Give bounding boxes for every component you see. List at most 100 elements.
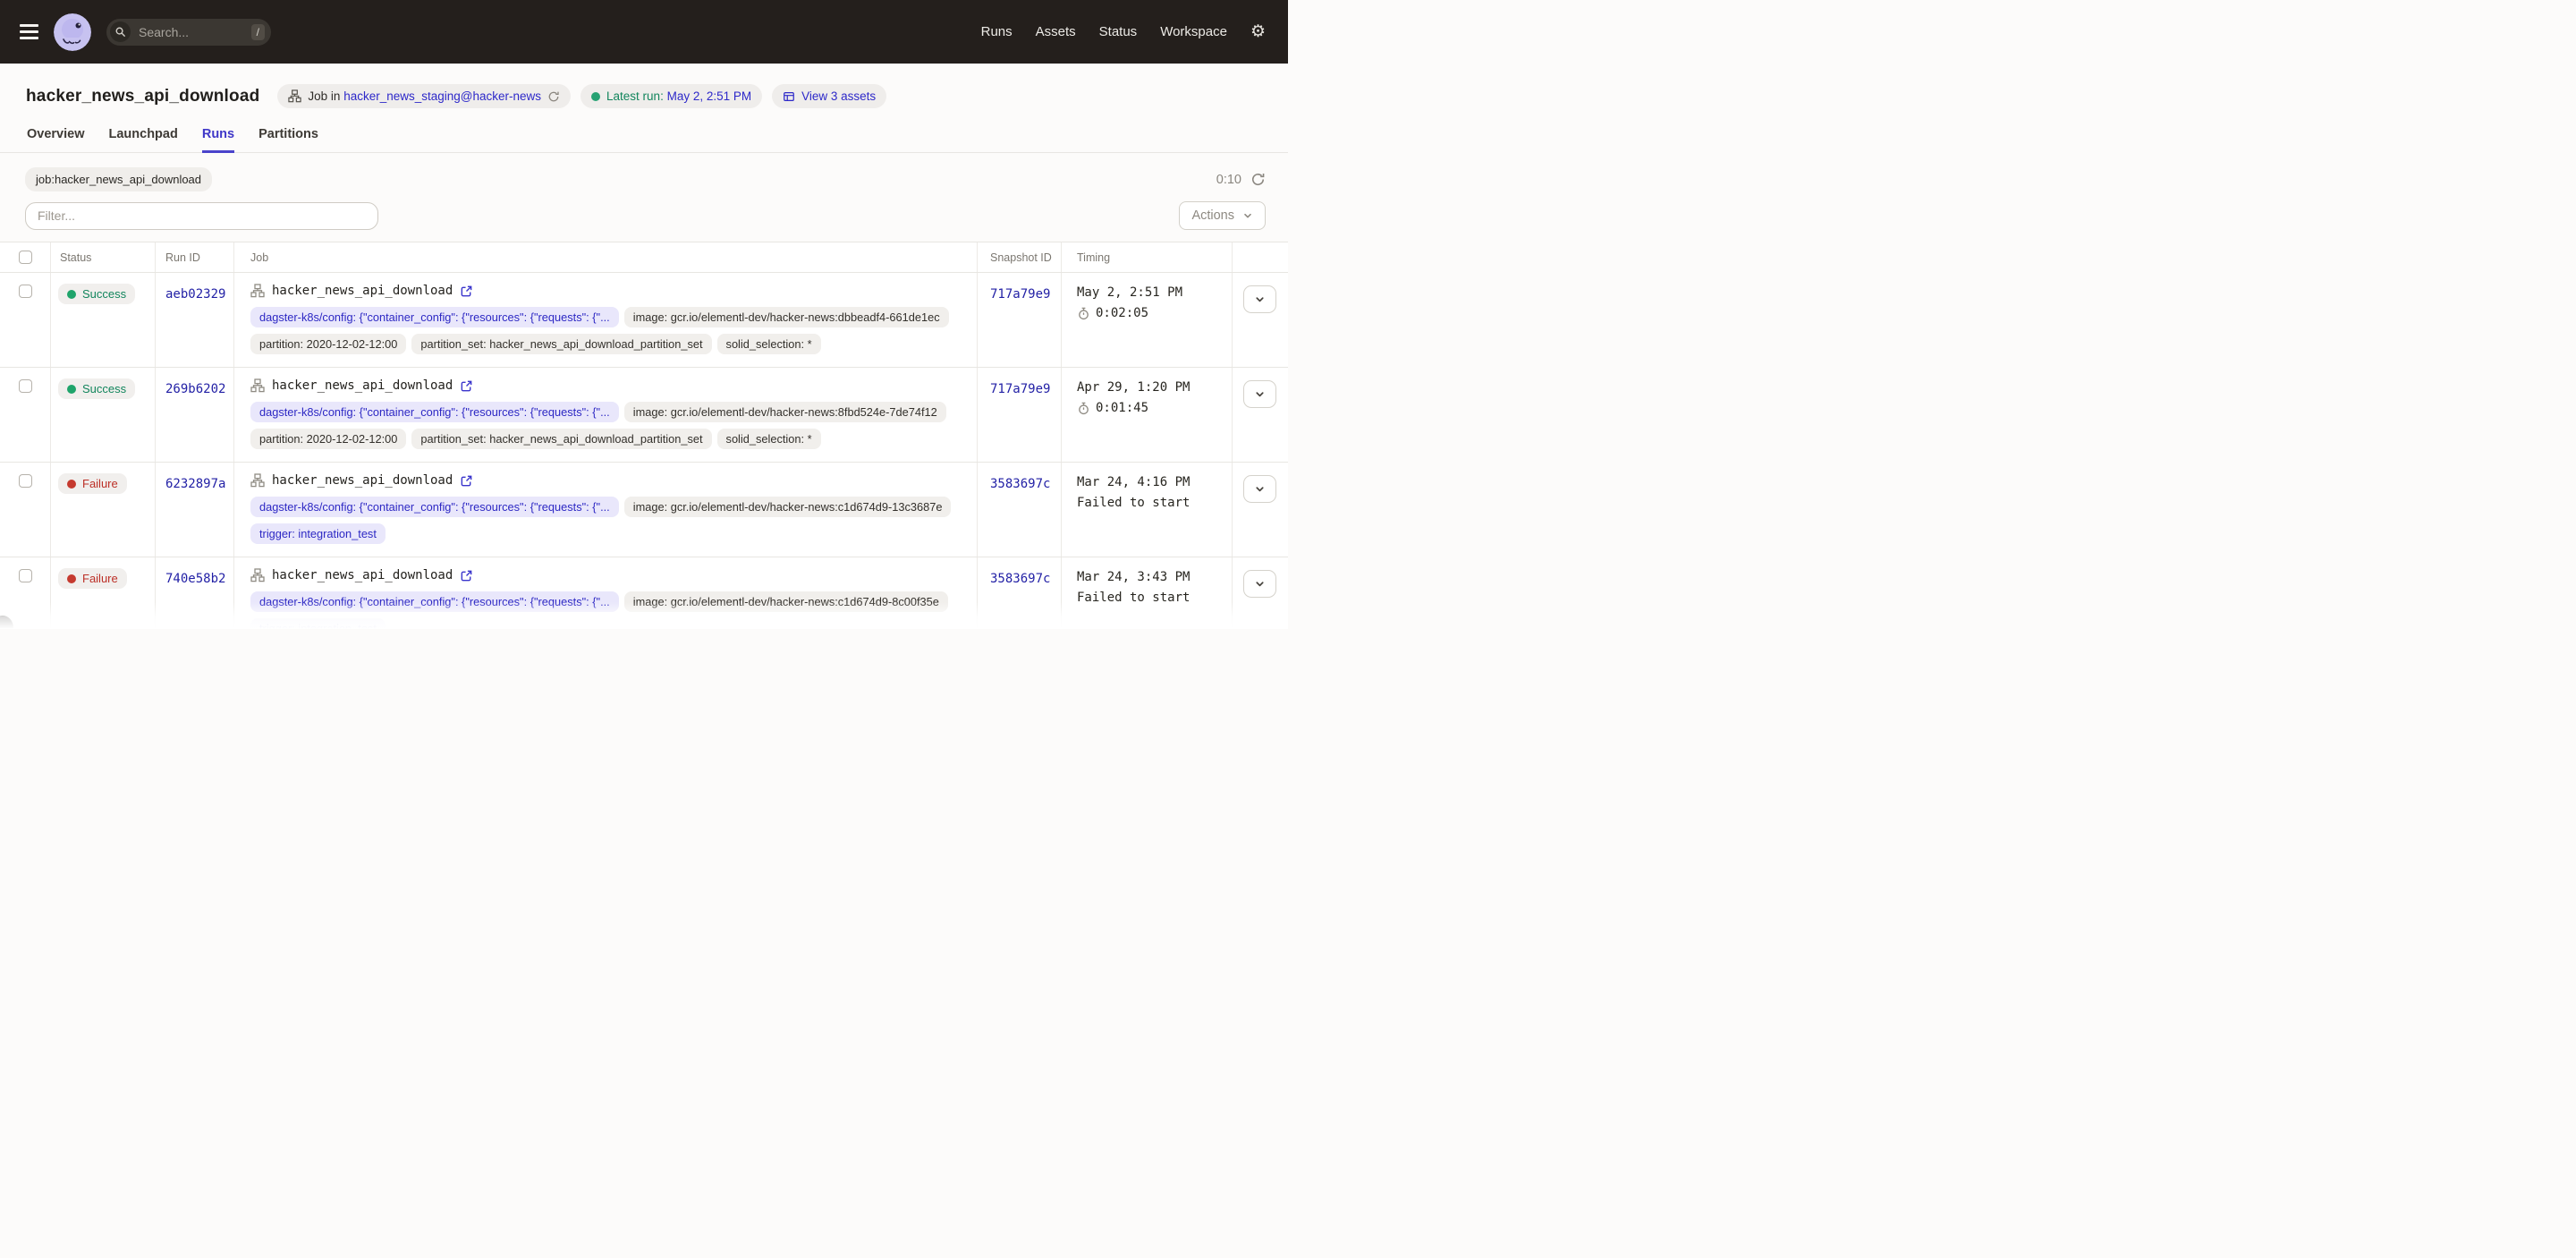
run-tag[interactable]: solid_selection: * — [717, 429, 821, 449]
run-duration: Failed to start — [1077, 591, 1190, 605]
filter-bar: job:hacker_news_api_download 0:10 — [0, 153, 1288, 191]
status-label: Failure — [82, 477, 118, 490]
run-tag[interactable]: partition_set: hacker_news_api_download_… — [411, 334, 711, 354]
run-tag-link[interactable]: trigger: integration_test — [250, 523, 386, 544]
run-tag[interactable]: image: gcr.io/elementl-dev/hacker-news:d… — [624, 307, 949, 327]
run-start-time: Mar 24, 4:16 PM — [1077, 475, 1232, 489]
external-link-icon[interactable] — [460, 285, 473, 298]
view-assets-link[interactable]: View 3 assets — [801, 89, 876, 103]
row-checkbox[interactable] — [19, 569, 32, 582]
run-tags: dagster-k8s/config: {"container_config":… — [250, 402, 964, 449]
status-dot-icon — [67, 385, 76, 394]
nav-workspace[interactable]: Workspace — [1160, 24, 1227, 39]
external-link-icon[interactable] — [460, 474, 473, 488]
run-tag[interactable]: partition: 2020-12-02-12:00 — [250, 334, 406, 354]
view-assets-chip[interactable]: View 3 assets — [772, 84, 886, 108]
status-badge: Failure — [58, 473, 127, 494]
row-actions-button[interactable] — [1243, 475, 1276, 503]
row-checkbox[interactable] — [19, 285, 32, 298]
actions-label: Actions — [1191, 208, 1234, 223]
status-label: Success — [82, 382, 126, 395]
run-tag[interactable]: partition_set: hacker_news_api_download_… — [411, 429, 711, 449]
status-label: Success — [82, 287, 126, 301]
run-tag-link[interactable]: dagster-k8s/config: {"container_config":… — [250, 591, 619, 612]
latest-run-time-link[interactable]: May 2, 2:51 PM — [667, 89, 752, 103]
run-tag[interactable]: image: gcr.io/elementl-dev/hacker-news:c… — [624, 497, 952, 517]
run-tag[interactable]: image: gcr.io/elementl-dev/hacker-news:8… — [624, 402, 946, 422]
external-link-icon[interactable] — [460, 569, 473, 582]
page-header: hacker_news_api_download Job in hacker_n… — [0, 64, 1288, 108]
refresh-countdown: 0:10 — [1216, 172, 1266, 187]
run-tag[interactable]: solid_selection: * — [717, 334, 821, 354]
job-name: hacker_news_api_download — [272, 284, 453, 298]
run-duration: Failed to start — [1077, 496, 1190, 510]
row-checkbox[interactable] — [19, 474, 32, 488]
row-checkbox[interactable] — [19, 379, 32, 393]
row-actions-button[interactable] — [1243, 570, 1276, 598]
reload-repo-icon[interactable] — [547, 90, 560, 103]
job-name: hacker_news_api_download — [272, 378, 453, 393]
refresh-icon[interactable] — [1250, 172, 1266, 187]
settings-gear-icon[interactable]: ⚙ — [1250, 23, 1266, 40]
status-dot-icon — [67, 574, 76, 583]
column-header-job: Job — [234, 242, 978, 272]
row-actions-button[interactable] — [1243, 380, 1276, 408]
run-tag[interactable]: image: gcr.io/elementl-dev/hacker-news:c… — [624, 591, 948, 612]
latest-run-status-dot-icon — [591, 92, 600, 101]
snapshot-id-link[interactable]: 717a79e9 — [990, 382, 1050, 396]
tab-launchpad[interactable]: Launchpad — [109, 127, 178, 152]
top-nav: Runs Assets Status Workspace ⚙ — [981, 23, 1266, 40]
repo-location-link[interactable]: hacker_news_staging@hacker-news — [343, 89, 541, 103]
run-duration: 0:02:05 — [1096, 306, 1148, 320]
actions-button[interactable]: Actions — [1179, 201, 1266, 230]
countdown-value: 0:10 — [1216, 173, 1241, 187]
run-id-link[interactable]: aeb02329 — [165, 287, 225, 302]
tab-overview[interactable]: Overview — [27, 127, 85, 152]
select-all-checkbox[interactable] — [19, 251, 32, 264]
job-filter-chip[interactable]: job:hacker_news_api_download — [25, 167, 212, 191]
run-tag-link[interactable]: dagster-k8s/config: {"container_config":… — [250, 497, 619, 517]
run-id-link[interactable]: 6232897a — [165, 477, 225, 491]
chevron-down-icon — [1254, 293, 1266, 305]
nav-status[interactable]: Status — [1099, 24, 1138, 39]
external-link-icon[interactable] — [460, 379, 473, 393]
table-header-row: Status Run ID Job Snapshot ID Timing — [0, 242, 1288, 273]
table-row: Failure 740e58b2 hacker_news_api_downloa… — [0, 557, 1288, 629]
job-location-chip: Job in hacker_news_staging@hacker-news — [277, 84, 571, 108]
run-tag[interactable]: partition: 2020-12-02-12:00 — [250, 429, 406, 449]
table-row: Success 269b6202 hacker_news_api_downloa… — [0, 368, 1288, 463]
run-tags: dagster-k8s/config: {"container_config":… — [250, 497, 964, 544]
run-tag-link[interactable]: dagster-k8s/config: {"container_config":… — [250, 402, 619, 422]
run-start-time: Apr 29, 1:20 PM — [1077, 380, 1232, 395]
column-header-status: Status — [51, 242, 156, 272]
run-tags: dagster-k8s/config: {"container_config":… — [250, 591, 964, 629]
row-actions-button[interactable] — [1243, 285, 1276, 313]
tab-partitions[interactable]: Partitions — [258, 127, 318, 152]
search-input[interactable]: Search... / — [106, 19, 271, 46]
status-badge: Success — [58, 378, 135, 399]
run-duration: 0:01:45 — [1096, 401, 1148, 415]
snapshot-id-link[interactable]: 717a79e9 — [990, 287, 1050, 302]
latest-run-chip: Latest run: May 2, 2:51 PM — [580, 84, 762, 108]
run-tag-link[interactable]: dagster-k8s/config: {"container_config":… — [250, 307, 619, 327]
chevron-down-icon — [1254, 578, 1266, 590]
tab-runs[interactable]: Runs — [202, 127, 234, 152]
job-graph-icon — [250, 378, 265, 393]
nav-runs[interactable]: Runs — [981, 24, 1013, 39]
run-id-link[interactable]: 269b6202 — [165, 382, 225, 396]
runs-filter-input[interactable] — [25, 202, 378, 230]
dagster-logo-icon[interactable] — [54, 13, 91, 51]
search-placeholder: Search... — [139, 25, 243, 39]
chevron-down-icon — [1254, 483, 1266, 495]
status-label: Failure — [82, 572, 118, 585]
job-graph-icon — [288, 89, 301, 103]
menu-icon[interactable] — [20, 24, 38, 39]
nav-assets[interactable]: Assets — [1036, 24, 1076, 39]
run-id-link[interactable]: 740e58b2 — [165, 572, 225, 586]
snapshot-id-link[interactable]: 3583697c — [990, 572, 1050, 586]
search-icon — [110, 21, 131, 42]
status-badge: Success — [58, 284, 135, 304]
job-in-label: Job in — [308, 89, 340, 103]
run-tag-link[interactable]: trigger: integration_test — [250, 618, 386, 629]
snapshot-id-link[interactable]: 3583697c — [990, 477, 1050, 491]
